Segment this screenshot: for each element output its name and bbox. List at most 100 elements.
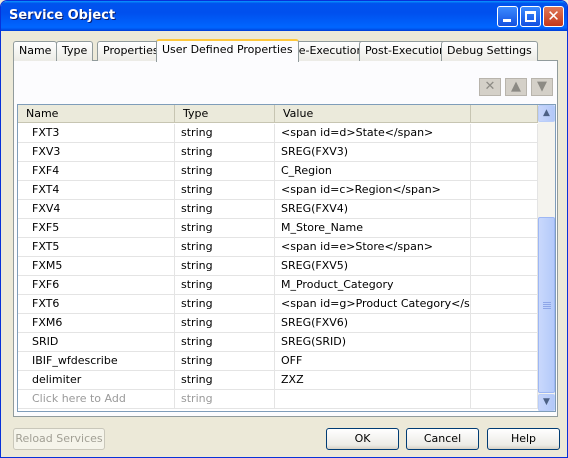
cell-value[interactable]: <span id=d>State</span> xyxy=(275,124,471,143)
add-row-name[interactable]: Click here to Add xyxy=(29,390,175,409)
properties-grid[interactable]: Name Type Value FXT3 string <span id=d>Sta… xyxy=(17,104,556,412)
cell-type[interactable]: string xyxy=(175,371,275,390)
cell-name[interactable]: IBIF_wfdescribe xyxy=(29,352,175,371)
cell-value[interactable]: C_Region xyxy=(275,162,471,181)
row-selector[interactable] xyxy=(18,295,29,314)
cell-value[interactable]: SREG(SRID) xyxy=(275,333,471,352)
cell-type[interactable]: string xyxy=(175,295,275,314)
tab-debug-settings[interactable]: Debug Settings xyxy=(441,41,538,61)
table-row[interactable]: delimiter string ZXZ xyxy=(18,371,538,390)
cell-value[interactable]: M_Store_Name xyxy=(275,219,471,238)
row-selector[interactable] xyxy=(18,238,29,257)
scroll-up-button[interactable]: ▲ xyxy=(538,105,555,122)
column-header-value[interactable]: Value xyxy=(275,105,471,123)
cell-name[interactable]: delimiter xyxy=(29,371,175,390)
add-row-value[interactable] xyxy=(275,390,471,409)
cell-type[interactable]: string xyxy=(175,124,275,143)
scroll-thumb[interactable] xyxy=(538,217,555,393)
cell-name[interactable]: SRID xyxy=(29,333,175,352)
tab-post-execution[interactable]: Post-Execution xyxy=(359,41,452,61)
row-selector[interactable] xyxy=(18,219,29,238)
ok-button[interactable]: OK xyxy=(326,428,399,450)
cell-type[interactable]: string xyxy=(175,143,275,162)
cell-type[interactable]: string xyxy=(175,352,275,371)
cell-type[interactable]: string xyxy=(175,219,275,238)
cell-value[interactable]: OFF xyxy=(275,352,471,371)
cell-type[interactable]: string xyxy=(175,162,275,181)
row-selector[interactable] xyxy=(18,371,29,390)
minimize-button[interactable] xyxy=(497,6,518,27)
cancel-button[interactable]: Cancel xyxy=(406,428,479,450)
cell-name[interactable]: FXT6 xyxy=(29,295,175,314)
tab-user-defined-properties[interactable]: User Defined Properties xyxy=(156,39,299,62)
table-row[interactable]: FXV3 string SREG(FXV3) xyxy=(18,143,538,162)
cell-value[interactable]: <span id=c>Region</span> xyxy=(275,181,471,200)
table-row[interactable]: FXT3 string <span id=d>State</span> xyxy=(18,124,538,143)
row-selector[interactable] xyxy=(18,390,29,409)
cell-name[interactable]: FXV4 xyxy=(29,200,175,219)
row-selector[interactable] xyxy=(18,352,29,371)
tab-name[interactable]: Name xyxy=(13,41,58,61)
table-row[interactable]: FXF6 string M_Product_Category xyxy=(18,276,538,295)
table-row[interactable]: FXF4 string C_Region xyxy=(18,162,538,181)
cell-name[interactable]: FXV3 xyxy=(29,143,175,162)
cell-type[interactable]: string xyxy=(175,181,275,200)
row-selector[interactable] xyxy=(18,314,29,333)
delete-x-icon[interactable]: ✕ xyxy=(479,78,501,96)
cell-name[interactable]: FXT5 xyxy=(29,238,175,257)
cell-type[interactable]: string xyxy=(175,257,275,276)
row-selector[interactable] xyxy=(18,143,29,162)
table-row[interactable]: FXM6 string SREG(FXV6) xyxy=(18,314,538,333)
vertical-scrollbar[interactable]: ▲ ▼ xyxy=(538,105,555,411)
arrow-down-icon[interactable]: ▼ xyxy=(531,78,553,96)
row-selector[interactable] xyxy=(18,124,29,143)
cell-value[interactable]: SREG(FXV4) xyxy=(275,200,471,219)
scroll-down-button[interactable]: ▼ xyxy=(538,394,555,411)
row-selector[interactable] xyxy=(18,276,29,295)
row-selector[interactable] xyxy=(18,181,29,200)
cell-value[interactable]: SREG(FXV5) xyxy=(275,257,471,276)
column-header-type[interactable]: Type xyxy=(175,105,275,123)
help-button[interactable]: Help xyxy=(487,428,560,450)
cell-type[interactable]: string xyxy=(175,200,275,219)
title-bar[interactable]: Service Object ✕ xyxy=(1,1,567,31)
column-header-name[interactable]: Name xyxy=(18,105,175,123)
arrow-up-icon[interactable]: ▲ xyxy=(505,78,527,96)
add-row-type[interactable]: string xyxy=(175,390,275,409)
row-selector[interactable] xyxy=(18,200,29,219)
cell-value[interactable]: <span id=e>Store</span> xyxy=(275,238,471,257)
cell-value[interactable]: SREG(FXV3) xyxy=(275,143,471,162)
table-row[interactable]: IBIF_wfdescribe string OFF xyxy=(18,352,538,371)
cell-name[interactable]: FXT3 xyxy=(29,124,175,143)
cell-value[interactable]: <span id=g>Product Category</span> xyxy=(275,295,471,314)
tab-properties[interactable]: Properties xyxy=(97,41,165,61)
cell-type[interactable]: string xyxy=(175,276,275,295)
cell-name[interactable]: FXM5 xyxy=(29,257,175,276)
add-row[interactable]: Click here to Add string xyxy=(18,390,538,409)
cell-type[interactable]: string xyxy=(175,314,275,333)
maximize-button[interactable] xyxy=(520,6,541,27)
cell-name[interactable]: FXT4 xyxy=(29,181,175,200)
table-row[interactable]: FXT5 string <span id=e>Store</span> xyxy=(18,238,538,257)
table-row[interactable]: FXT4 string <span id=c>Region</span> xyxy=(18,181,538,200)
row-selector[interactable] xyxy=(18,333,29,352)
cell-type[interactable]: string xyxy=(175,333,275,352)
cell-type[interactable]: string xyxy=(175,238,275,257)
row-selector[interactable] xyxy=(18,162,29,181)
cell-name[interactable]: FXF5 xyxy=(29,219,175,238)
table-row[interactable]: FXM5 string SREG(FXV5) xyxy=(18,257,538,276)
cell-name[interactable]: FXM6 xyxy=(29,314,175,333)
table-row[interactable]: FXT6 string <span id=g>Product Category</s… xyxy=(18,295,538,314)
cell-name[interactable]: FXF4 xyxy=(29,162,175,181)
cell-value[interactable]: M_Product_Category xyxy=(275,276,471,295)
row-selector[interactable] xyxy=(18,257,29,276)
table-row[interactable]: FXF5 string M_Store_Name xyxy=(18,219,538,238)
tab-type[interactable]: Type xyxy=(56,41,94,61)
close-button[interactable]: ✕ xyxy=(543,6,564,27)
cell-name[interactable]: FXF6 xyxy=(29,276,175,295)
cell-value[interactable]: ZXZ xyxy=(275,371,471,390)
table-row[interactable]: SRID string SREG(SRID) xyxy=(18,333,538,352)
reload-services-button[interactable]: Reload Services xyxy=(13,428,105,450)
table-row[interactable]: FXV4 string SREG(FXV4) xyxy=(18,200,538,219)
cell-value[interactable]: SREG(FXV6) xyxy=(275,314,471,333)
